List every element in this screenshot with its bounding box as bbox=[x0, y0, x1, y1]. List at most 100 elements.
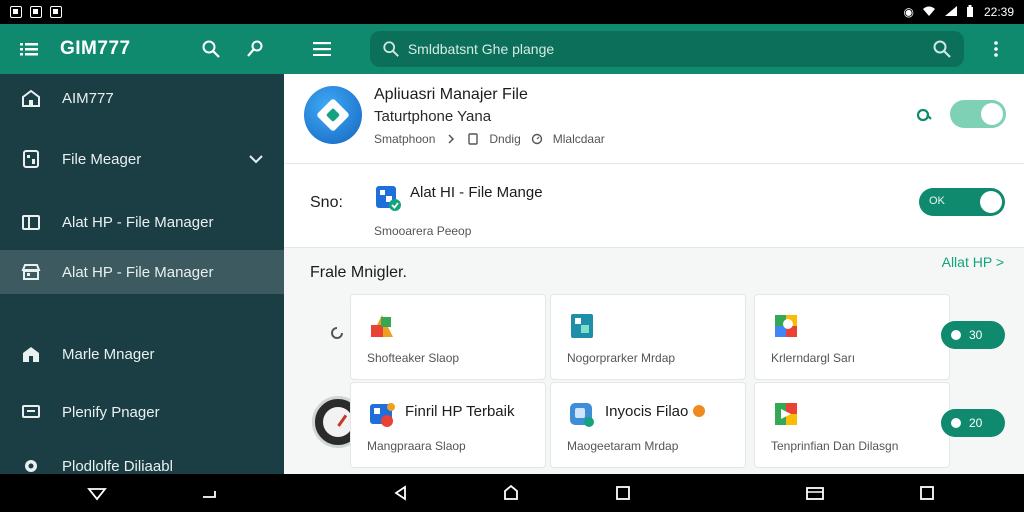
nav-square-icon[interactable] bbox=[916, 482, 938, 504]
tool-label: Sno: bbox=[310, 194, 343, 211]
shortcut-app-icon bbox=[371, 315, 393, 337]
nav-home-icon[interactable] bbox=[500, 482, 522, 504]
grid-item-subtitle: Krlerndargl Sarı bbox=[771, 351, 856, 365]
sidebar-item-label: AIM777 bbox=[62, 89, 114, 107]
status-bar: ◉ 22:39 bbox=[0, 0, 1024, 24]
orange-badge-icon bbox=[692, 405, 705, 417]
nav-back-arrow-icon[interactable] bbox=[390, 482, 412, 504]
pill-count: 30 bbox=[969, 328, 983, 342]
grid-item[interactable]: Krlerndargl Sarı 30 bbox=[754, 294, 1005, 380]
document-app-icon bbox=[571, 314, 593, 338]
chevron-right-icon bbox=[445, 133, 457, 145]
app-logo-icon bbox=[304, 86, 362, 144]
sidebar-item-alat-hp-active[interactable]: Alat HP - File Manager bbox=[0, 250, 284, 294]
chevron-down-icon[interactable] bbox=[248, 151, 264, 167]
grid-item-subtitle: Nogorprarker Mrdap bbox=[567, 351, 676, 365]
clock-icon bbox=[531, 133, 543, 145]
sidebar-item-alat-hp[interactable]: Alat HP - File Manager bbox=[0, 200, 284, 244]
loading-spinner-icon bbox=[331, 327, 343, 339]
search-bar[interactable] bbox=[369, 31, 965, 67]
colorful-app-icon bbox=[775, 315, 797, 337]
store-icon bbox=[20, 261, 42, 283]
list-menu-icon[interactable] bbox=[18, 38, 40, 60]
inyocis-app-icon bbox=[570, 403, 594, 427]
app-title: Apliuasri Manajer File bbox=[374, 86, 528, 103]
grid-item-subtitle: Maogeetaram Mrdap bbox=[567, 439, 679, 453]
tool-app-icon bbox=[376, 186, 401, 211]
grid-item-toggle[interactable]: 20 bbox=[941, 409, 1005, 437]
sidebar-item-label: File Meager bbox=[62, 150, 142, 168]
image-notification-icon bbox=[30, 6, 42, 18]
pill-count: 20 bbox=[969, 416, 983, 430]
grid-item[interactable]: Finril HP Terbaik Mangpraara Slaop bbox=[350, 382, 546, 468]
status-time: 22:39 bbox=[983, 5, 1014, 19]
grid-item[interactable]: Shofteaker Slaop bbox=[350, 294, 546, 380]
sidebar-item-file-meager[interactable]: File Meager bbox=[0, 137, 284, 181]
gear-icon bbox=[20, 455, 42, 474]
nav-back-icon[interactable] bbox=[86, 482, 108, 504]
grid-item[interactable]: Tenprinfian Dan Dilasgn 20 bbox=[754, 382, 1005, 468]
home-icon bbox=[20, 87, 42, 109]
battery-icon bbox=[966, 4, 974, 20]
grid-item-toggle[interactable]: 30 bbox=[941, 321, 1005, 349]
nav-window-icon[interactable] bbox=[804, 482, 826, 504]
home-icon bbox=[20, 343, 42, 365]
section-title: Frale Mnigler. bbox=[310, 264, 407, 281]
grid-item-title: Finril HP Terbaik bbox=[405, 403, 515, 420]
search-input[interactable] bbox=[407, 41, 928, 57]
grid-item-subtitle: Mangpraara Slaop bbox=[367, 439, 466, 453]
see-all-link[interactable]: Allat HP > bbox=[942, 254, 1004, 270]
alarm-icon: ◉ bbox=[903, 5, 914, 19]
nav-recents-icon[interactable] bbox=[612, 482, 634, 504]
sidebar-item-label: Marle Mnager bbox=[62, 345, 155, 363]
sidebar-item-marle-mnager[interactable]: Marle Mnager bbox=[0, 332, 284, 376]
nav-return-icon[interactable] bbox=[198, 482, 220, 504]
search-icon bbox=[383, 41, 399, 57]
system-navigation-bar bbox=[0, 474, 1024, 512]
file-hp-app-icon bbox=[370, 403, 395, 427]
key-search-icon[interactable] bbox=[244, 38, 266, 60]
app-subtitle: Taturtphone Yana bbox=[374, 108, 492, 125]
tool-card: Sno: Alat HI - File Mange Smooarera Peeo… bbox=[284, 164, 1024, 248]
drawer-title: GIM777 bbox=[60, 38, 131, 59]
grid-item[interactable]: Nogorprarker Mrdap bbox=[550, 294, 746, 380]
search-icon[interactable] bbox=[200, 38, 222, 60]
toggle-text: OK bbox=[929, 195, 945, 207]
grid-item-title: Inyocis Filao bbox=[605, 403, 705, 420]
sidebar-item-label: Plenify Pnager bbox=[62, 403, 160, 421]
refresh-icon[interactable] bbox=[914, 106, 932, 124]
meta-category: Smatphoon bbox=[374, 132, 436, 146]
tool-ok-toggle[interactable]: OK bbox=[919, 188, 1005, 216]
wifi-icon bbox=[922, 5, 936, 19]
templates-app-icon bbox=[775, 403, 797, 425]
app-enable-toggle[interactable] bbox=[950, 100, 1006, 128]
sidebar-item-label: Plodlolfe Diliaabl bbox=[62, 457, 173, 475]
sidebar-item-plodlolfe[interactable]: Plodlolfe Diliaabl bbox=[0, 444, 284, 474]
folder-icon bbox=[20, 211, 42, 233]
photo-notification-icon bbox=[50, 6, 62, 18]
sidebar-item-plenify-pnager[interactable]: Plenify Pnager bbox=[0, 390, 284, 434]
hamburger-menu-icon[interactable] bbox=[310, 37, 334, 61]
tool-title: Alat HI - File Mange bbox=[410, 184, 543, 201]
sidebar-item-label: Alat HP - File Manager bbox=[62, 213, 214, 231]
signal-icon bbox=[944, 5, 958, 19]
app-info-card: Apliuasri Manajer File Taturtphone Yana … bbox=[284, 74, 1024, 164]
overflow-menu-icon[interactable] bbox=[986, 37, 1006, 61]
app-toolbar bbox=[284, 24, 1024, 74]
gallery-notification-icon bbox=[10, 6, 22, 18]
drawer-header: GIM777 bbox=[0, 24, 284, 74]
sidebar-item-aim777[interactable]: AIM777 bbox=[0, 76, 284, 120]
file-icon bbox=[20, 148, 42, 170]
main-content: Apliuasri Manajer File Taturtphone Yana … bbox=[284, 24, 1024, 474]
grid-item-subtitle: Tenprinfian Dan Dilasgn bbox=[771, 439, 899, 453]
search-submit-icon[interactable] bbox=[932, 39, 952, 59]
navigation-drawer: GIM777 AIM777 File Meager Alat HP - File… bbox=[0, 24, 284, 474]
grid-item[interactable]: Inyocis Filao Maogeetaram Mrdap bbox=[550, 382, 746, 468]
meta-developer: Dndig bbox=[489, 132, 521, 146]
app-meta: Smatphoon Dndig Mlalcdaar bbox=[374, 132, 605, 146]
grid-item-subtitle: Shofteaker Slaop bbox=[367, 351, 460, 365]
document-icon bbox=[467, 133, 479, 145]
sidebar-item-label: Alat HP - File Manager bbox=[62, 263, 214, 281]
meta-date: Mlalcdaar bbox=[552, 132, 605, 146]
tool-subtitle: Smooarera Peeop bbox=[374, 224, 472, 238]
